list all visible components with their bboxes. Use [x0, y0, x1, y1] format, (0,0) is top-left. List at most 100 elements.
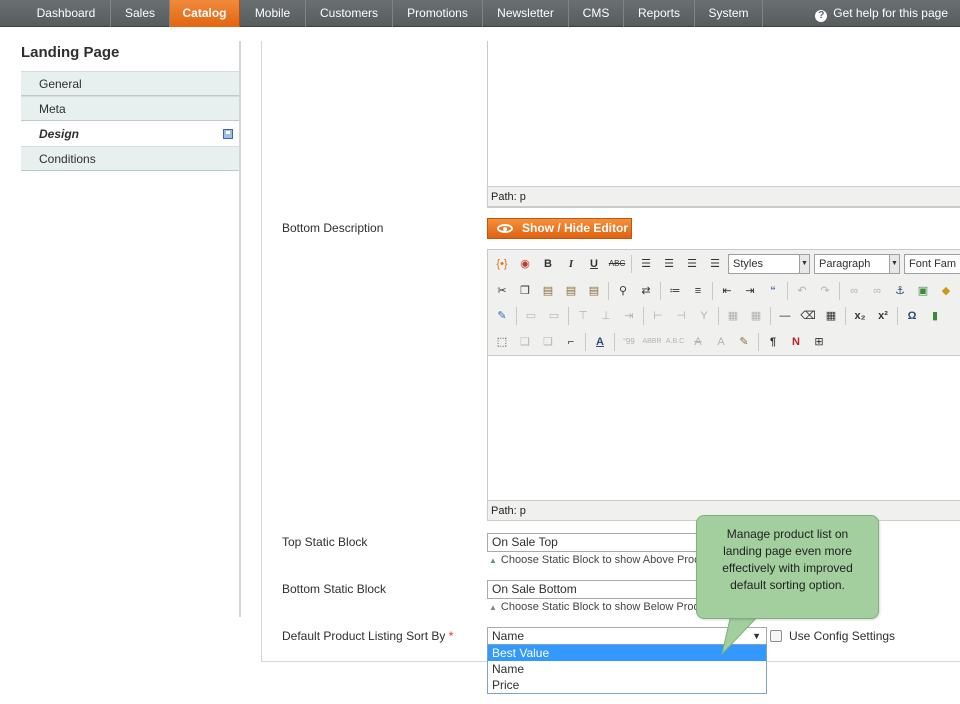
sidebar-tab-general[interactable]: General — [21, 71, 241, 96]
nav-newsletter[interactable]: Newsletter — [483, 0, 569, 27]
cleanup-icon[interactable]: ◆ — [936, 281, 956, 301]
insert-row-after-icon[interactable]: ⊥ — [596, 306, 616, 326]
sidebar-tab-meta[interactable]: Meta — [21, 96, 241, 121]
paste-word-icon[interactable]: ▤ — [584, 281, 604, 301]
del-icon[interactable]: A — [688, 332, 708, 352]
toolbar-separator — [845, 307, 846, 325]
show-hide-editor-button[interactable]: Show / Hide Editor — [487, 218, 632, 239]
outdent-icon[interactable]: ⇤ — [717, 281, 737, 301]
nav-catalog[interactable]: Catalog — [170, 0, 240, 27]
superscript-icon[interactable]: x² — [873, 306, 893, 326]
image-icon[interactable]: ▣ — [913, 281, 933, 301]
nav-mobile[interactable]: Mobile — [240, 0, 306, 27]
styles-select[interactable]: Styles ▼ — [728, 254, 810, 274]
insert-col-after-icon[interactable]: ⊣ — [671, 306, 691, 326]
help-label: Get help for this page — [833, 6, 948, 20]
numbered-list-icon[interactable]: ≡ — [688, 281, 708, 301]
help-link[interactable]: ? Get help for this page — [815, 0, 948, 27]
nav-customers[interactable]: Customers — [306, 0, 393, 27]
subscript-icon[interactable]: x₂ — [850, 306, 870, 326]
toolbar-separator — [608, 282, 609, 300]
cut-icon[interactable]: ✂ — [492, 281, 512, 301]
nav-cms[interactable]: CMS — [569, 0, 624, 27]
bold-icon[interactable]: B — [538, 254, 558, 274]
blockquote-icon[interactable]: “ — [763, 281, 783, 301]
cite-icon[interactable]: “99 — [619, 332, 639, 352]
sidebar-tab-conditions[interactable]: Conditions — [21, 146, 241, 171]
italic-icon[interactable]: I — [561, 254, 581, 274]
format-select[interactable]: Paragraph ▼ — [814, 254, 900, 274]
anchor-icon[interactable]: ⚓ — [890, 281, 910, 301]
find-icon[interactable]: ⚲ — [613, 281, 633, 301]
toolbar-separator — [568, 307, 569, 325]
align-justify-icon[interactable]: ☰ — [705, 254, 725, 274]
underline-icon[interactable]: U — [584, 254, 604, 274]
absolute-position-icon[interactable]: ⌐ — [561, 332, 581, 352]
toolbar-separator — [660, 282, 661, 300]
unlink-icon[interactable]: ∞ — [867, 281, 887, 301]
paste-icon[interactable]: ▤ — [538, 281, 558, 301]
nonbreaking-icon[interactable]: N — [786, 332, 806, 352]
insert-col-before-icon[interactable]: ⊢ — [648, 306, 668, 326]
font-family-select[interactable]: Font Fam — [904, 254, 960, 274]
split-cells-icon[interactable]: ▦ — [723, 306, 743, 326]
widget-icon[interactable]: {•} — [492, 254, 512, 274]
merge-cells-icon[interactable]: ▦ — [746, 306, 766, 326]
table-cell-props-icon[interactable]: ▭ — [544, 306, 564, 326]
table-row-props-icon[interactable]: ▭ — [521, 306, 541, 326]
table-icon[interactable]: ▦ — [821, 306, 841, 326]
special-char-icon[interactable]: Ω — [902, 306, 922, 326]
remove-format-icon[interactable]: ⌫ — [798, 306, 818, 326]
page-break-icon[interactable]: ⊞ — [809, 332, 829, 352]
chevron-down-icon: ▼ — [799, 255, 809, 273]
nav-promotions[interactable]: Promotions — [393, 0, 483, 27]
required-marker: * — [448, 629, 454, 643]
copy-icon[interactable]: ❐ — [515, 281, 535, 301]
paste-text-icon[interactable]: ▤ — [561, 281, 581, 301]
align-left-icon[interactable]: ☰ — [636, 254, 656, 274]
top-description-editor[interactable] — [487, 41, 960, 208]
sidebar-tab-design[interactable]: Design — [21, 121, 241, 146]
acronym-icon[interactable]: A.B.C — [665, 332, 685, 352]
style-props-icon[interactable]: A — [590, 332, 610, 352]
help-icon: ? — [815, 10, 828, 22]
strikethrough-icon[interactable]: ABC — [607, 254, 627, 274]
sort-option-name[interactable]: Name — [488, 661, 766, 677]
delete-row-icon[interactable]: ⇥ — [619, 306, 639, 326]
sidebar-tab-label: Conditions — [39, 152, 96, 166]
attributes-icon[interactable]: ✎ — [734, 332, 754, 352]
toolbar-separator — [897, 307, 898, 325]
edit-html-icon[interactable]: ✎ — [492, 306, 512, 326]
editor-path-bar: Path: p — [487, 186, 960, 207]
top-static-block-note-text: Choose Static Block to show Above Proc — [500, 554, 700, 566]
nav-reports[interactable]: Reports — [624, 0, 695, 27]
horizontal-rule-icon[interactable]: — — [775, 306, 795, 326]
nav-sales[interactable]: Sales — [111, 0, 170, 27]
nav-dashboard[interactable]: Dashboard — [22, 0, 111, 27]
delete-col-icon[interactable]: Y — [694, 306, 714, 326]
sidebar-tabs: General Meta Design Conditions — [21, 71, 241, 171]
toolbar-separator — [758, 333, 759, 351]
layer-backward-icon[interactable]: ❏ — [538, 332, 558, 352]
triangle-up-icon: ▲ — [489, 556, 497, 565]
insert-row-before-icon[interactable]: ⊤ — [573, 306, 593, 326]
show-blocks-icon[interactable]: ¶ — [763, 332, 783, 352]
abbr-icon[interactable]: ABBR — [642, 332, 662, 352]
bullet-list-icon[interactable]: ≔ — [665, 281, 685, 301]
redo-icon[interactable]: ↷ — [815, 281, 835, 301]
save-icon — [223, 129, 233, 139]
align-center-icon[interactable]: ☰ — [659, 254, 679, 274]
indent-icon[interactable]: ⇥ — [740, 281, 760, 301]
layer-insert-icon[interactable]: ❏ — [515, 332, 535, 352]
sort-option-price[interactable]: Price — [488, 677, 766, 693]
visual-aid-icon[interactable]: ⬚ — [492, 332, 512, 352]
bottom-static-block-label: Bottom Static Block — [282, 582, 387, 596]
align-right-icon[interactable]: ☰ — [682, 254, 702, 274]
replace-icon[interactable]: ⇄ — [636, 281, 656, 301]
undo-icon[interactable]: ↶ — [792, 281, 812, 301]
link-icon[interactable]: ∞ — [844, 281, 864, 301]
nav-system[interactable]: System — [695, 0, 763, 27]
ins-icon[interactable]: A — [711, 332, 731, 352]
media-icon[interactable]: ▮ — [925, 306, 945, 326]
image-insert-icon[interactable]: ◉ — [515, 254, 535, 274]
